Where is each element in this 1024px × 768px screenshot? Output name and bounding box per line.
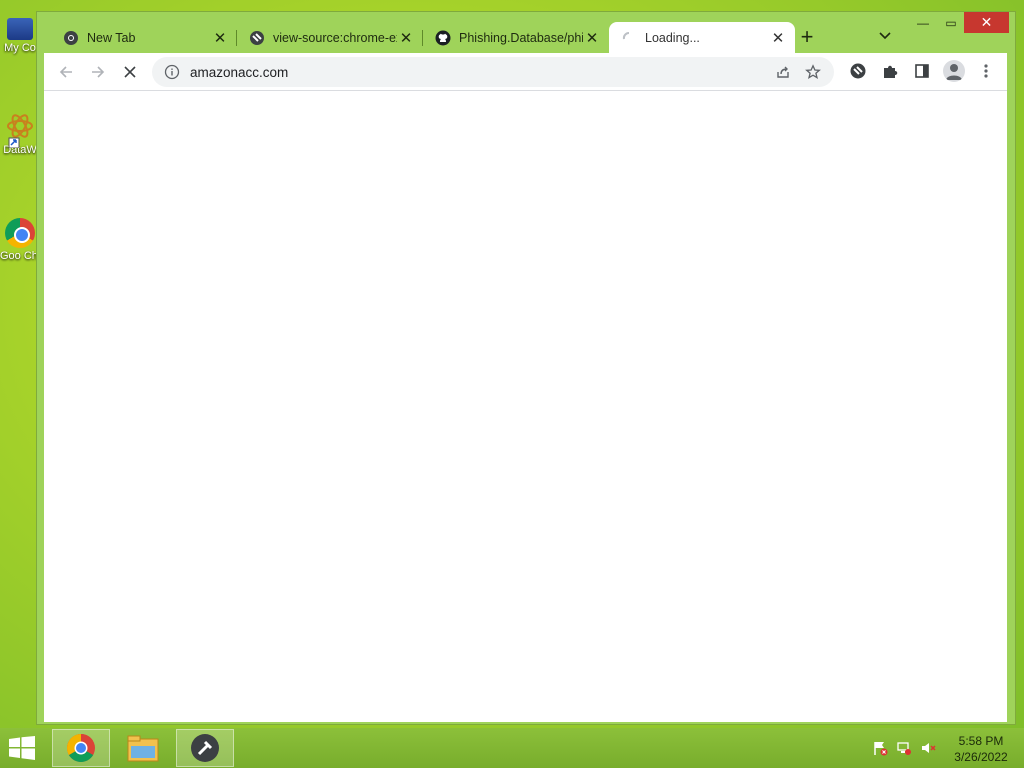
atom-icon: [5, 112, 35, 149]
folder-icon: [127, 735, 159, 762]
taskbar-file-explorer-button[interactable]: [114, 729, 172, 767]
share-button[interactable]: [768, 56, 798, 88]
extension-globe-icon: [249, 30, 265, 46]
tab-close-icon[interactable]: ✕: [397, 29, 415, 47]
page-viewport[interactable]: [44, 90, 1007, 722]
tab-loading-active[interactable]: Loading... ✕: [609, 22, 795, 53]
tab-close-icon[interactable]: ✕: [769, 29, 787, 47]
tab-phishing-database[interactable]: Phishing.Database/phi ✕: [423, 22, 609, 53]
tab-view-source[interactable]: view-source:chrome-ex ✕: [237, 22, 423, 53]
tab-title: Phishing.Database/phi: [459, 30, 583, 45]
omnibox-actions: [768, 57, 828, 87]
navigation-toolbar: amazonacc.com: [44, 53, 1007, 90]
address-bar[interactable]: amazonacc.com: [152, 57, 834, 87]
back-button[interactable]: [50, 56, 82, 88]
tab-strip: New Tab ✕ view-source:chrome-ex ✕ Phishi…: [37, 12, 1015, 53]
share-icon: [777, 66, 789, 78]
toolbar-right: [842, 55, 1002, 87]
chrome-icon: [5, 218, 35, 248]
system-tray: [872, 740, 936, 756]
tab-title: Loading...: [645, 30, 700, 45]
side-panel-icon: [915, 64, 929, 78]
stop-x-icon: [124, 65, 136, 78]
tab-close-icon[interactable]: ✕: [211, 29, 229, 47]
profile-button[interactable]: [938, 55, 970, 87]
minimize-button[interactable]: —: [909, 12, 937, 33]
star-icon: [805, 64, 821, 79]
windows-logo-icon: [9, 736, 35, 760]
chevron-down-icon: [879, 32, 891, 40]
tab-title: New Tab: [87, 30, 136, 45]
taskbar: 5:58 PM 3/26/2022: [0, 728, 1024, 768]
more-vert-icon: [984, 64, 988, 78]
desktop-icon-label: Goo Chr: [0, 250, 42, 262]
taskbar-tool-button[interactable]: [176, 729, 234, 767]
extensions-menu-button[interactable]: [874, 55, 906, 87]
url-text[interactable]: amazonacc.com: [190, 65, 288, 80]
tab-title: view-source:chrome-ex: [273, 30, 397, 45]
desktop-icon-google-chrome[interactable]: Goo Chr: [0, 218, 42, 262]
tab-new-tab[interactable]: New Tab ✕: [51, 22, 237, 53]
extension-globe-icon: [850, 63, 866, 79]
desktop-icon-my-computer[interactable]: My Co: [0, 12, 40, 54]
side-panel-button[interactable]: [906, 55, 938, 87]
github-icon: [435, 30, 451, 46]
network-icon[interactable]: [896, 740, 912, 756]
taskbar-clock[interactable]: 5:58 PM 3/26/2022: [950, 733, 1012, 765]
maximize-icon: ▭: [945, 15, 957, 30]
wrench-globe-icon: [191, 734, 219, 762]
info-icon[interactable]: [164, 64, 180, 80]
start-button[interactable]: [8, 736, 38, 762]
arrow-left-icon: [59, 65, 72, 78]
avatar-icon: [943, 60, 965, 82]
clock-time: 5:58 PM: [958, 734, 1004, 748]
puzzle-icon: [884, 65, 898, 78]
computer-icon: [7, 18, 33, 40]
menu-button[interactable]: [970, 55, 1002, 87]
minimize-icon: —: [917, 15, 929, 30]
action-center-flag-icon[interactable]: [872, 740, 888, 756]
chrome-icon: [67, 734, 95, 762]
close-icon: ✕: [980, 14, 993, 30]
chrome-icon: [63, 30, 79, 46]
desktop-icon-label: My Co: [4, 42, 36, 54]
forward-button[interactable]: [82, 56, 114, 88]
new-tab-button[interactable]: +: [795, 26, 819, 50]
plus-icon: +: [800, 24, 814, 49]
maximize-button[interactable]: ▭: [937, 12, 965, 33]
volume-muted-icon[interactable]: [920, 740, 936, 756]
tab-search-button[interactable]: [875, 28, 895, 48]
clock-date: 3/26/2022: [954, 750, 1008, 764]
tab-close-icon[interactable]: ✕: [583, 29, 601, 47]
stop-loading-button[interactable]: [114, 56, 146, 88]
browser-window: New Tab ✕ view-source:chrome-ex ✕ Phishi…: [36, 11, 1016, 725]
extension-button[interactable]: [842, 55, 874, 87]
arrow-right-icon: [92, 65, 105, 78]
desktop-icon-dataw[interactable]: DataW: [0, 112, 40, 156]
loading-spinner-icon: [621, 30, 637, 46]
bookmark-button[interactable]: [798, 56, 828, 88]
close-window-button[interactable]: ✕: [964, 12, 1009, 33]
taskbar-chrome-button[interactable]: [52, 729, 110, 767]
